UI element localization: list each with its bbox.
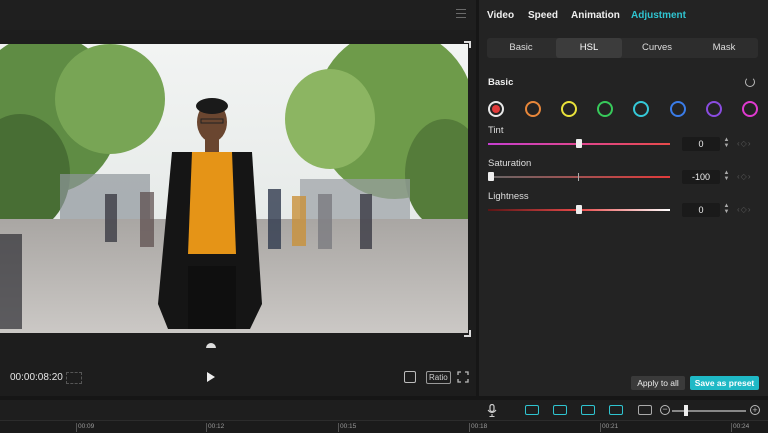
lightness-slider-thumb[interactable] xyxy=(576,205,582,214)
tick-label: 00:24 xyxy=(733,423,750,430)
lightness-value[interactable]: 0 xyxy=(682,203,720,217)
subtab-hsl[interactable]: HSL xyxy=(556,38,622,58)
magnet-icon[interactable] xyxy=(553,405,567,415)
zoom-out-icon[interactable]: − xyxy=(660,405,670,415)
player-header xyxy=(0,0,476,30)
tint-value[interactable]: 0 xyxy=(682,137,720,151)
rotate-handle[interactable] xyxy=(206,343,216,348)
video-player: 00:00:08:20 Ratio xyxy=(0,0,476,396)
saturation-center-mark xyxy=(578,173,579,181)
fullscreen-icon[interactable] xyxy=(457,371,469,383)
tab-adjustment[interactable]: Adjustment xyxy=(631,10,686,21)
section-title: Basic xyxy=(488,77,514,88)
swatch-orange[interactable] xyxy=(525,101,541,117)
tint-slider-thumb[interactable] xyxy=(576,139,582,148)
tick-mark xyxy=(600,423,601,432)
video-preview[interactable] xyxy=(0,44,468,333)
tick-label: 00:12 xyxy=(208,423,225,430)
crop-handle-top-right[interactable] xyxy=(464,41,471,48)
split-icon[interactable] xyxy=(609,405,623,415)
save-as-preset-button[interactable]: Save as preset xyxy=(690,376,759,390)
tab-animation[interactable]: Animation xyxy=(571,10,620,21)
apply-to-all-button[interactable]: Apply to all xyxy=(631,376,685,390)
zoom-in-icon[interactable]: + xyxy=(750,405,760,415)
saturation-slider[interactable] xyxy=(488,176,670,178)
subtab-basic[interactable]: Basic xyxy=(489,38,553,58)
linkage-icon[interactable] xyxy=(581,405,595,415)
link-clips-icon[interactable] xyxy=(525,405,539,415)
timeline-ruler[interactable] xyxy=(0,420,768,433)
swatch-cyan[interactable] xyxy=(633,101,649,117)
microphone-icon[interactable] xyxy=(487,404,497,417)
lightness-stepper[interactable]: ▲ ▼ xyxy=(722,203,731,217)
crop-handle-bottom-right[interactable] xyxy=(464,330,471,337)
timecode-grid-icon[interactable] xyxy=(66,372,82,384)
play-button[interactable] xyxy=(207,372,215,382)
swatch-green[interactable] xyxy=(597,101,613,117)
swatch-blue[interactable] xyxy=(670,101,686,117)
current-timecode: 00:00:08:20 xyxy=(10,372,63,383)
menu-icon[interactable] xyxy=(456,9,466,19)
tick-mark xyxy=(731,423,732,432)
tick-mark xyxy=(76,423,77,432)
tick-label: 00:21 xyxy=(602,423,619,430)
focus-icon[interactable] xyxy=(404,371,416,383)
saturation-value[interactable]: -100 xyxy=(682,170,720,184)
swatch-purple[interactable] xyxy=(706,101,722,117)
saturation-keyframe-icon[interactable]: ‹◇› xyxy=(737,172,751,181)
swatch-magenta[interactable] xyxy=(742,101,758,117)
lightness-keyframe-icon[interactable]: ‹◇› xyxy=(737,205,751,214)
tick-label: 00:09 xyxy=(78,423,95,430)
video-frame xyxy=(0,44,468,333)
saturation-slider-thumb[interactable] xyxy=(488,172,494,181)
tint-keyframe-icon[interactable]: ‹◇› xyxy=(737,139,751,148)
saturation-label: Saturation xyxy=(488,158,532,169)
swatch-yellow[interactable] xyxy=(561,101,577,117)
tick-mark xyxy=(469,423,470,432)
tick-label: 00:18 xyxy=(471,423,488,430)
preview-axis-icon[interactable] xyxy=(638,405,652,415)
zoom-slider-thumb[interactable] xyxy=(684,405,688,416)
ratio-button[interactable]: Ratio xyxy=(426,371,451,384)
tint-stepper[interactable]: ▲ ▼ xyxy=(722,137,731,151)
timeline-toolbar xyxy=(0,400,768,420)
tick-mark xyxy=(206,423,207,432)
tick-label: 00:15 xyxy=(340,423,357,430)
subtab-mask[interactable]: Mask xyxy=(692,38,756,58)
subtab-curves[interactable]: Curves xyxy=(624,38,690,58)
tint-label: Tint xyxy=(488,125,504,136)
tab-speed[interactable]: Speed xyxy=(528,10,558,21)
swatch-red[interactable] xyxy=(488,101,504,117)
tab-video[interactable]: Video xyxy=(487,10,514,21)
tick-mark xyxy=(338,423,339,432)
reset-icon[interactable] xyxy=(745,77,755,87)
lightness-label: Lightness xyxy=(488,191,529,202)
saturation-stepper[interactable]: ▲ ▼ xyxy=(722,170,731,184)
